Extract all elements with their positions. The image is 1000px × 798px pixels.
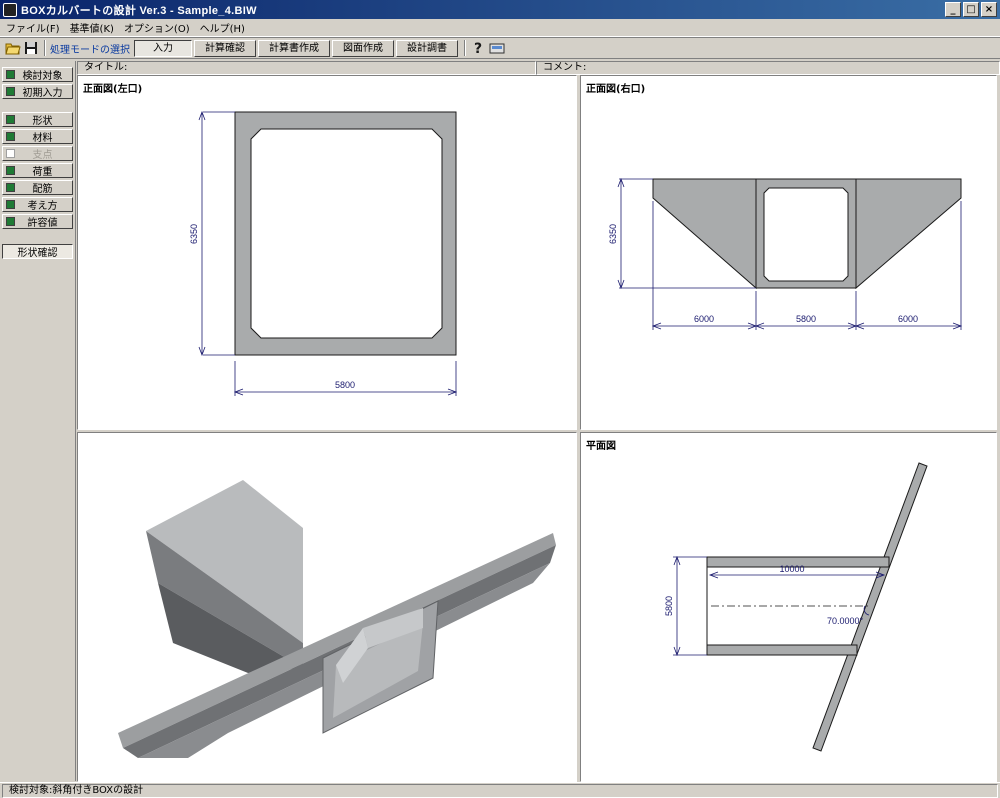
checked-icon: [6, 166, 15, 175]
sidebar-item-load[interactable]: 荷重: [2, 163, 73, 178]
culvert-section: [755, 178, 857, 289]
checked-icon: [6, 183, 15, 192]
open-folder-icon[interactable]: [4, 39, 22, 57]
mode-drawing-button[interactable]: 図面作成: [332, 39, 394, 57]
sidebar-item-rebar[interactable]: 配筋: [2, 180, 73, 195]
sidebar-item-label: 形状: [32, 116, 53, 127]
sidebar-item-label: 荷重: [32, 167, 53, 178]
culvert-bottom-wall: [706, 644, 858, 656]
sidebar-item-shape[interactable]: 形状: [2, 112, 73, 127]
checked-icon: [6, 200, 15, 209]
front-view-left-drawing: 6350 5800: [189, 110, 458, 396]
mode-design-record-button[interactable]: 設計調書: [396, 39, 458, 57]
checked-icon: [6, 132, 15, 141]
checked-icon: [6, 217, 15, 226]
sidebar-item-allowable[interactable]: 許容値: [2, 214, 73, 229]
front-view-right-drawing: 6350 6000 5800 6000: [608, 177, 963, 330]
sidebar-item-label: 許容値: [27, 218, 58, 229]
sidebar-item-label: 配筋: [32, 184, 53, 195]
length-label: 10000: [779, 564, 804, 574]
toolbar-separator: [464, 40, 466, 56]
menu-standard-values[interactable]: 基準値(K): [68, 20, 122, 35]
width-dimension: [233, 361, 458, 396]
app-window: BOXカルバートの設計 Ver.3 - Sample_4.BIW _ □ × フ…: [0, 0, 1000, 798]
plan-view-pane[interactable]: 平面図 10000 5800 70.0000°: [580, 432, 997, 782]
height-label: 6350: [189, 224, 199, 244]
mode-report-button[interactable]: 計算書作成: [258, 39, 330, 57]
input-sidebar: 検討対象 初期入力 形状 材料 支点 荷重 配筋 考え方 許容値 形状確認: [0, 61, 76, 781]
print-preview-icon[interactable]: [488, 39, 506, 57]
minimize-icon[interactable]: _: [945, 2, 961, 17]
model-3d-pane[interactable]: [77, 432, 577, 782]
culvert-section: [234, 111, 457, 356]
maximize-icon[interactable]: □: [963, 2, 979, 17]
left-wing-label: 6000: [694, 314, 714, 324]
sidebar-item-support: 支点: [2, 146, 73, 161]
menu-file[interactable]: ファイル(F): [4, 20, 68, 35]
title-field[interactable]: タイトル:: [77, 61, 536, 75]
right-wing-wall: [855, 178, 962, 290]
sidebar-item-initial-input[interactable]: 初期入力: [2, 84, 73, 99]
width-label: 5800: [664, 596, 674, 616]
center-width-label: 5800: [796, 314, 816, 324]
toolbar-separator: [44, 40, 46, 56]
app-icon: [3, 2, 17, 17]
toolbar: 処理モードの選択 入力 計算確認 計算書作成 図面作成 設計調書 ?: [0, 37, 1000, 59]
checked-icon: [6, 87, 15, 96]
status-bar: 検討対象:斜角付きBOXの設計: [0, 782, 1000, 798]
unchecked-icon: [6, 149, 15, 158]
height-dimension: [198, 110, 235, 357]
mode-calc-check-button[interactable]: 計算確認: [194, 39, 256, 57]
help-icon[interactable]: ?: [470, 39, 488, 57]
sidebar-item-label: 形状確認: [17, 248, 58, 259]
skew-angle-label: 70.0000°: [827, 616, 864, 626]
menu-options[interactable]: オプション(O): [122, 20, 198, 35]
mode-select-label: 処理モードの選択: [50, 44, 130, 56]
plan-view-drawing: 10000 5800 70.0000°: [664, 462, 928, 752]
sidebar-item-target[interactable]: 検討対象: [2, 67, 73, 82]
mode-input-button[interactable]: 入力: [134, 39, 192, 57]
sidebar-item-shape-check[interactable]: 形状確認: [2, 244, 73, 259]
front-view-right-pane[interactable]: 正面図(右口) 6350 6000 5800 6000: [580, 75, 997, 430]
skewed-wing-wall: [812, 462, 928, 752]
sidebar-item-label: 材料: [32, 133, 53, 144]
checked-icon: [6, 115, 15, 124]
info-bar: タイトル: コメント:: [77, 61, 1000, 75]
sidebar-item-label: 初期入力: [22, 88, 63, 99]
title-bar: BOXカルバートの設計 Ver.3 - Sample_4.BIW _ □ ×: [0, 0, 1000, 19]
sidebar-item-label: 検討対象: [22, 71, 63, 82]
right-wing-label: 6000: [898, 314, 918, 324]
menu-help[interactable]: ヘルプ(H): [198, 20, 253, 35]
width-label: 5800: [335, 380, 355, 390]
width-dimension: [673, 555, 707, 657]
front-view-left-pane[interactable]: 正面図(左口) 6350 5800: [77, 75, 577, 430]
sidebar-item-label: 考え方: [27, 201, 58, 212]
sidebar-item-approach[interactable]: 考え方: [2, 197, 73, 212]
status-text: 検討対象:斜角付きBOXの設計: [2, 784, 998, 798]
sidebar-item-material[interactable]: 材料: [2, 129, 73, 144]
comment-label: コメント:: [543, 62, 587, 73]
window-title: BOXカルバートの設計 Ver.3 - Sample_4.BIW: [21, 4, 257, 17]
menu-bar: ファイル(F) 基準値(K) オプション(O) ヘルプ(H): [0, 19, 1000, 37]
checked-icon: [6, 70, 15, 79]
comment-field[interactable]: コメント:: [536, 61, 1000, 75]
title-label: タイトル:: [84, 62, 128, 73]
save-icon[interactable]: [22, 39, 40, 57]
sidebar-item-label: 支点: [32, 150, 53, 161]
model-3d-view: [118, 480, 556, 758]
svg-text:?: ?: [474, 41, 482, 56]
left-wing-wall: [652, 178, 757, 290]
height-label: 6350: [608, 224, 618, 244]
close-icon[interactable]: ×: [981, 2, 997, 17]
